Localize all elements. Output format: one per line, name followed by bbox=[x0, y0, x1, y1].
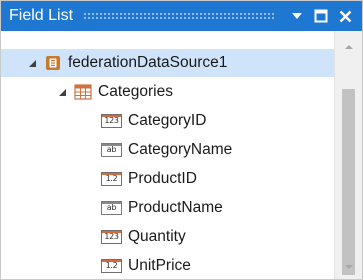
vertical-scrollbar[interactable] bbox=[334, 31, 362, 279]
expanded-arrow-icon[interactable] bbox=[56, 86, 68, 98]
field-label: CategoryName bbox=[128, 141, 233, 158]
field-label: UnitPrice bbox=[128, 257, 191, 274]
maximize-icon[interactable] bbox=[310, 5, 332, 27]
decimal-field-icon: 1.2 bbox=[101, 172, 122, 186]
chevron-down-icon[interactable] bbox=[286, 5, 308, 27]
expanded-arrow-icon[interactable] bbox=[26, 57, 38, 69]
scroll-down-icon[interactable] bbox=[335, 255, 362, 279]
table-label: Categories bbox=[98, 83, 173, 100]
field-label: Quantity bbox=[128, 228, 186, 245]
panel-titlebar[interactable]: Field List bbox=[1, 1, 362, 31]
field-label: ProductID bbox=[128, 170, 197, 187]
scrollbar-thumb[interactable] bbox=[342, 89, 355, 275]
tree-field-item[interactable]: ab CategoryName bbox=[1, 136, 335, 164]
tree-field-item[interactable]: 123 CategoryID bbox=[1, 107, 335, 135]
drag-grip[interactable] bbox=[83, 12, 276, 20]
table-icon bbox=[74, 84, 92, 100]
integer-field-icon: 123 bbox=[101, 114, 122, 128]
field-label: CategoryID bbox=[128, 112, 207, 129]
database-icon bbox=[44, 54, 62, 72]
panel-title: Field List bbox=[9, 7, 74, 24]
tree-node-datasource[interactable]: federationDataSource1 bbox=[1, 49, 335, 77]
string-field-icon: ab bbox=[101, 201, 122, 215]
field-tree: federationDataSource1 Categories 123 Cat… bbox=[1, 31, 335, 279]
scroll-up-icon[interactable] bbox=[335, 35, 362, 59]
integer-field-icon: 123 bbox=[101, 230, 122, 244]
field-label: ProductName bbox=[128, 199, 223, 216]
tree-field-item[interactable]: 123 Quantity bbox=[1, 223, 335, 251]
tree-field-item[interactable]: ab ProductName bbox=[1, 194, 335, 222]
decimal-field-icon: 1.2 bbox=[101, 259, 122, 273]
tree-field-item[interactable]: 1.2 ProductID bbox=[1, 165, 335, 193]
tree-node-table[interactable]: Categories bbox=[1, 78, 335, 106]
datasource-label: federationDataSource1 bbox=[68, 54, 228, 71]
field-list-panel: Field List federationDataSource1 Categor… bbox=[0, 0, 363, 280]
string-field-icon: ab bbox=[101, 143, 122, 157]
tree-field-item[interactable]: 1.2 UnitPrice bbox=[1, 252, 335, 280]
close-icon[interactable] bbox=[334, 5, 356, 27]
